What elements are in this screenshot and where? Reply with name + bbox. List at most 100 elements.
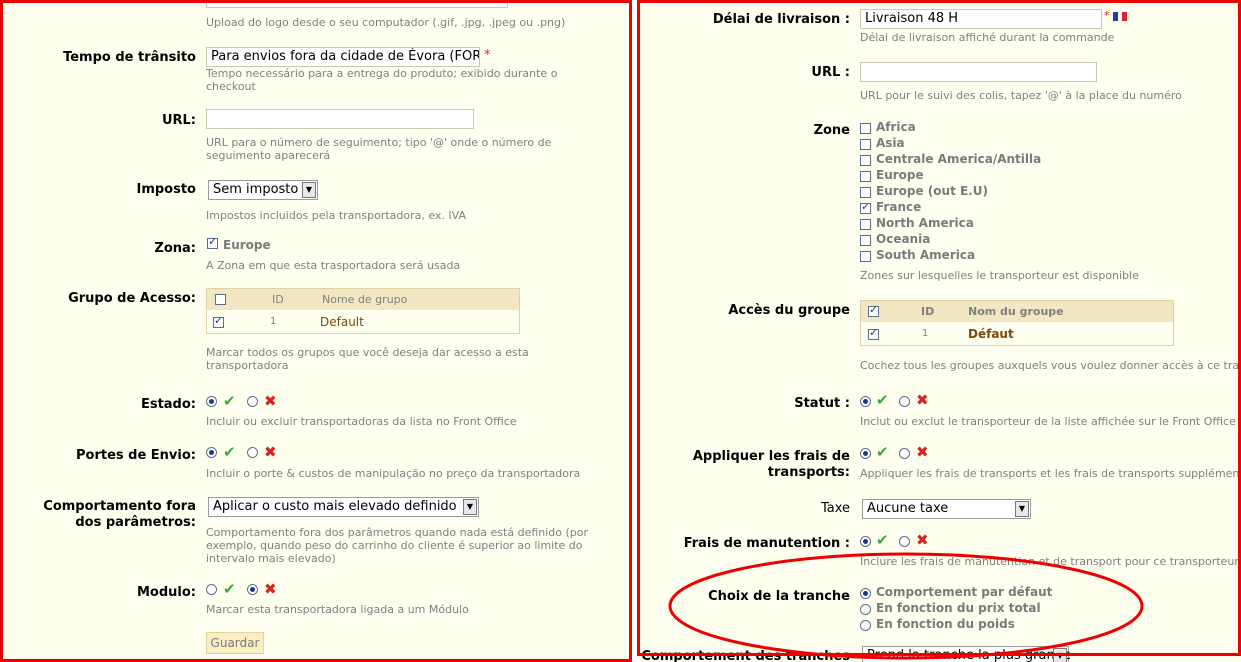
handling-label: Frais de manutention : — [683, 536, 850, 551]
module-label: Modulo: — [136, 585, 196, 600]
group-label: Accès du groupe — [728, 303, 850, 318]
shipping-label: Portes de Envio: — [75, 448, 196, 463]
handling-radio-yes[interactable] — [860, 536, 871, 547]
transit-label: Tempo de trânsito — [63, 50, 196, 65]
behavior-label-line2: dos parâmetros: — [75, 515, 196, 530]
check-icon: ✔ — [876, 443, 889, 461]
group-row-checkbox[interactable] — [868, 326, 879, 340]
zone-checkbox[interactable] — [860, 235, 871, 246]
shipping-help: Incluir o porte & custos de manipulação … — [206, 467, 581, 480]
fees-radio-yes[interactable] — [860, 448, 871, 459]
chevron-down-icon: ▼ — [1053, 648, 1067, 662]
zone-item-label: Oceania — [876, 232, 931, 246]
save-button[interactable]: Guardar — [206, 632, 264, 654]
left-form-panel: Upload do logo desde o seu computador (.… — [0, 0, 632, 662]
delay-label: Délai de livraison : — [712, 12, 850, 27]
zone-item-label: Europe — [223, 238, 271, 252]
range-behavior-value: Prend la tranche la plus grande — [867, 648, 1071, 662]
zone-checkbox[interactable] — [860, 251, 871, 262]
zone-item-label: South America — [876, 248, 976, 262]
zone-list: Africa Asia Centrale America/Antilla Europe… — [860, 120, 1160, 270]
fees-radio-no[interactable] — [899, 448, 910, 459]
group-row-id: 1 — [922, 328, 929, 339]
zone-item-label: Europe — [876, 168, 924, 182]
group-row-name: Défaut — [968, 327, 1014, 341]
zone-checkbox[interactable] — [860, 139, 871, 150]
group-row-id: 1 — [270, 316, 277, 327]
group-select-all-checkbox[interactable] — [215, 294, 226, 305]
status-help: Inclut ou exclut le transporteur de la l… — [860, 415, 1236, 428]
chevron-down-icon: ▼ — [1015, 501, 1029, 517]
group-select-all-checkbox[interactable] — [868, 303, 879, 317]
module-radio-yes[interactable] — [206, 584, 217, 595]
zone-checkbox-europe[interactable] — [207, 235, 218, 249]
status-radio-yes[interactable] — [860, 396, 871, 407]
range-radio[interactable] — [860, 588, 871, 599]
zone-item-label: Africa — [876, 120, 916, 134]
range-radio[interactable] — [860, 620, 871, 631]
range-radio[interactable] — [860, 604, 871, 615]
range-label: Choix de la tranche — [708, 589, 850, 604]
zone-item-label: North America — [876, 216, 974, 230]
group-label: Grupo de Acesso: — [68, 291, 196, 306]
range-options: Comportement par défaut En fonction du pr… — [860, 585, 1110, 635]
range-behavior-select[interactable]: Prend la tranche la plus grande ▼ — [862, 646, 1071, 662]
state-radio-yes[interactable] — [206, 396, 217, 407]
zone-checkbox[interactable] — [860, 123, 871, 134]
group-table: ID Nom du groupe 1 Défaut — [860, 300, 1174, 346]
fees-label-line2: transports: — [767, 465, 850, 480]
zone-checkbox[interactable] — [860, 219, 871, 230]
range-option-label: En fonction du poids — [876, 617, 1015, 631]
url-help: URL pour le suivi des colis, tapez '@' à… — [860, 89, 1182, 102]
logo-upload-field[interactable] — [206, 0, 508, 8]
tax-select[interactable]: Sem imposto ▼ — [208, 180, 318, 200]
tax-select[interactable]: Aucune taxe ▼ — [862, 499, 1031, 519]
chevron-down-icon: ▼ — [302, 182, 316, 198]
cross-icon: ✖ — [264, 443, 277, 461]
check-icon: ✔ — [223, 392, 236, 410]
tax-label: Imposto — [136, 182, 196, 197]
check-icon: ✔ — [876, 531, 889, 549]
range-option-label: Comportement par défaut — [876, 585, 1053, 599]
url-input[interactable] — [860, 62, 1097, 82]
range-option-label: En fonction du prix total — [876, 601, 1041, 615]
delay-help: Délai de livraison affiché durant la com… — [860, 31, 1115, 44]
behavior-select-value: Aplicar o custo mais elevado definido — [213, 499, 457, 514]
shipping-radio-no[interactable] — [247, 447, 258, 458]
behavior-select[interactable]: Aplicar o custo mais elevado definido ▼ — [208, 497, 479, 517]
required-marker: * — [484, 48, 491, 63]
delay-input[interactable]: Livraison 48 H — [860, 9, 1102, 29]
group-help: Marcar todos os grupos que você deseja d… — [206, 346, 529, 372]
behavior-label-line1: Comportamento fora — [43, 499, 196, 514]
handling-radio-no[interactable] — [899, 536, 910, 547]
right-form-panel: Délai de livraison : Livraison 48 H * Dé… — [637, 0, 1241, 662]
group-row-checkbox[interactable] — [213, 314, 224, 328]
group-table: ID Nome de grupo 1 Default — [206, 288, 520, 334]
shipping-radio-yes[interactable] — [206, 447, 217, 458]
group-row-name: Default — [320, 315, 364, 329]
logo-help: Upload do logo desde o seu computador (.… — [206, 16, 566, 29]
zone-checkbox[interactable] — [860, 187, 871, 198]
handling-help: Inclure les frais de manutention et de t… — [860, 555, 1239, 568]
check-icon: ✔ — [223, 580, 236, 598]
tax-help: Impostos incluidos pela transportadora, … — [206, 209, 467, 222]
module-radio-no[interactable] — [247, 584, 258, 595]
group-col-name: Nom du groupe — [968, 305, 1064, 318]
tax-select-value: Sem imposto — [213, 182, 299, 197]
status-radio-no[interactable] — [899, 396, 910, 407]
state-radio-no[interactable] — [247, 396, 258, 407]
fees-help: Appliquer les frais de transports et les… — [860, 467, 1241, 480]
cross-icon: ✖ — [916, 443, 929, 461]
state-label: Estado: — [140, 397, 196, 412]
tax-select-value: Aucune taxe — [867, 501, 949, 516]
url-input[interactable] — [206, 109, 474, 129]
zone-item-label: Asia — [876, 136, 905, 150]
zone-help: A Zona em que esta trasportadora será us… — [206, 259, 461, 272]
zone-checkbox[interactable] — [860, 200, 871, 214]
url-label: URL : — [811, 65, 850, 80]
zone-checkbox[interactable] — [860, 155, 871, 166]
chevron-down-icon: ▼ — [463, 499, 477, 515]
zone-checkbox[interactable] — [860, 171, 871, 182]
check-icon: ✔ — [223, 443, 236, 461]
transit-input[interactable]: Para envios fora da cidade de Évora (FOR… — [206, 47, 480, 67]
